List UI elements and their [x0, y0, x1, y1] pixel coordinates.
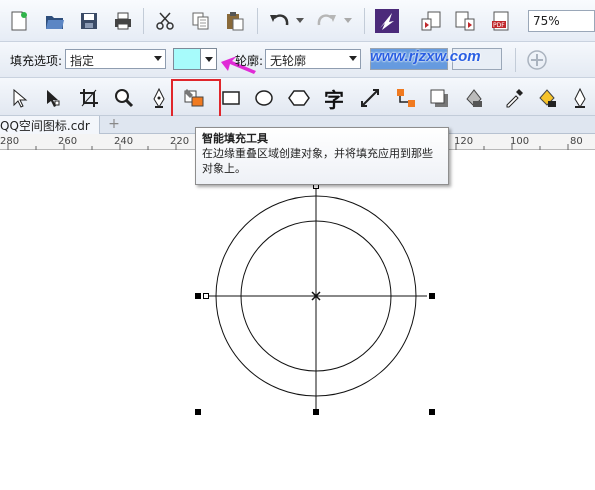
separator [364, 8, 365, 34]
connector-tool-icon[interactable] [392, 84, 420, 112]
document-tab-label: QQ空间图标.cdr [0, 119, 90, 133]
zoom-level-value: 75% [533, 14, 560, 28]
fill-color-swatch[interactable] [173, 48, 201, 70]
publish-pdf-icon[interactable]: PDF [488, 8, 514, 34]
cut-icon[interactable] [152, 8, 178, 34]
freehand-tool-icon[interactable] [145, 84, 173, 112]
ruler-label: 220 [170, 136, 190, 147]
drop-shadow-tool-icon[interactable] [425, 84, 453, 112]
fill-color-dropdown[interactable] [201, 48, 217, 70]
svg-text:PDF: PDF [493, 22, 505, 29]
tooltip-description: 在边缘重叠区域创建对象，并将填充应用到那些对象上。 [202, 147, 433, 175]
smart-drawing-tool-icon[interactable] [566, 84, 594, 112]
selection-handle-bottom[interactable] [313, 409, 319, 415]
rectangle-tool-icon[interactable] [217, 84, 245, 112]
selection-handle-left[interactable] [195, 293, 201, 299]
print-icon[interactable] [110, 8, 136, 34]
ruler-label: 280 [0, 136, 20, 147]
add-tab-button[interactable]: + [106, 117, 122, 133]
interactive-fill-tool-icon[interactable] [533, 84, 561, 112]
new-icon[interactable] [6, 8, 32, 34]
fill-option-select[interactable]: 指定 [65, 49, 166, 69]
redo-dropdown-icon[interactable] [342, 12, 354, 30]
copy-icon[interactable] [188, 8, 214, 34]
outline-label: 轮廓: [235, 54, 264, 68]
outline-select[interactable]: 无轮廓 [265, 49, 361, 69]
fill-option-value: 指定 [70, 54, 95, 68]
separator [143, 8, 144, 34]
drawing-artwork [205, 186, 427, 412]
separator [257, 8, 258, 34]
zoom-tool-icon[interactable] [110, 84, 138, 112]
save-icon[interactable] [76, 8, 102, 34]
selection-handle-right[interactable] [429, 293, 435, 299]
shape-tool-icon[interactable] [39, 84, 67, 112]
transparency-tool-icon[interactable] [460, 84, 488, 112]
outline-value: 无轮廓 [270, 54, 307, 68]
watermark-text: www.rjzxw.com [370, 48, 481, 65]
pick-tool-icon[interactable] [5, 84, 33, 112]
redo-icon[interactable] [314, 8, 340, 34]
chevron-down-icon [349, 56, 357, 61]
ruler-label: 80 [570, 136, 583, 147]
text-tool-icon[interactable]: 字 [320, 84, 348, 112]
chevron-down-icon [154, 56, 162, 61]
selection-handle-bottom-left[interactable] [195, 409, 201, 415]
zoom-level-input[interactable]: 75% [528, 10, 595, 32]
left-node-handle[interactable] [203, 293, 209, 299]
eyedropper-tool-icon[interactable] [500, 84, 528, 112]
smart-fill-tooltip: 智能填充工具 在边缘重叠区域创建对象，并将填充应用到那些对象上。 [195, 127, 449, 185]
parallel-dimension-tool-icon[interactable] [356, 84, 384, 112]
separator [515, 48, 516, 72]
export-icon[interactable] [452, 8, 478, 34]
import-icon[interactable] [418, 8, 444, 34]
undo-dropdown-icon[interactable] [294, 12, 306, 30]
ruler-label: 240 [114, 136, 134, 147]
ellipse-tool-icon[interactable] [250, 84, 278, 112]
ruler-label: 120 [454, 136, 474, 147]
selection-handle-bottom-right[interactable] [429, 409, 435, 415]
document-tab[interactable]: QQ空间图标.cdr [0, 116, 100, 134]
fill-option-label: 填充选项: [10, 54, 63, 68]
paste-icon[interactable] [222, 8, 248, 34]
crop-tool-icon[interactable] [75, 84, 103, 112]
add-preset-icon[interactable] [524, 47, 550, 73]
undo-icon[interactable] [266, 8, 292, 34]
ruler-label: 100 [510, 136, 530, 147]
open-icon[interactable] [42, 8, 68, 34]
ruler-label: 260 [58, 136, 78, 147]
launcher-icon[interactable] [373, 7, 401, 35]
polygon-tool-icon[interactable] [285, 84, 313, 112]
tooltip-title: 智能填充工具 [202, 132, 268, 145]
